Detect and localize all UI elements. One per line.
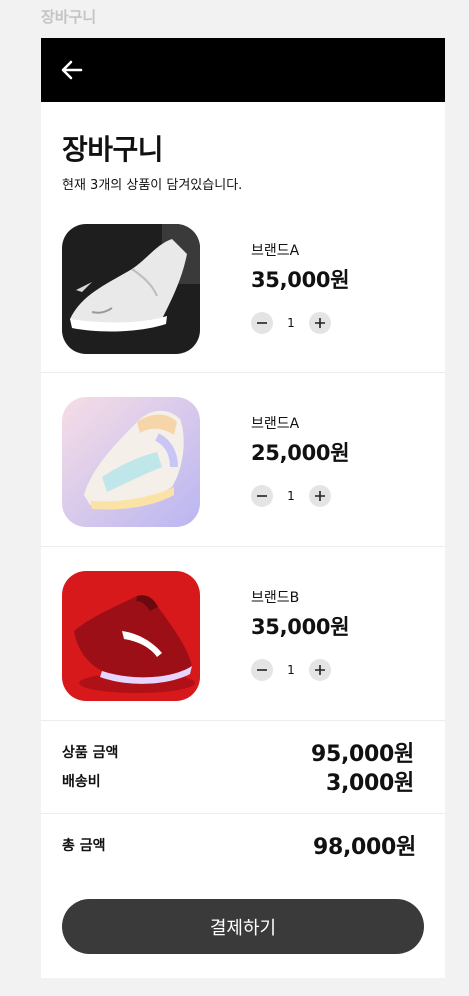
increase-button[interactable]: [309, 312, 331, 334]
arrow-left-icon: [61, 60, 83, 80]
shipping-value: 3,000원: [325, 771, 414, 796]
cart-item-list: 브랜드A 35,000원 1 브랜드A 25,000원 1 브랜드B 35,00…: [41, 214, 445, 721]
quantity-value: 1: [287, 663, 295, 677]
checkout-button[interactable]: 결제하기: [62, 899, 424, 954]
total-label: 총 금액: [62, 838, 106, 854]
minus-icon: [257, 669, 267, 671]
increase-button[interactable]: [309, 659, 331, 681]
quantity-stepper: 1: [251, 659, 349, 681]
total-value: 98,000원: [312, 835, 416, 860]
quantity-stepper: 1: [251, 312, 349, 334]
brand-name: 브랜드A: [251, 243, 300, 259]
cart-item: 브랜드A 35,000원 1: [41, 214, 445, 373]
top-bar: [41, 38, 445, 102]
subtotal-label: 상품 금액: [62, 745, 119, 761]
page-title: 장바구니: [62, 133, 164, 166]
decrease-button[interactable]: [251, 485, 273, 507]
minus-icon: [257, 495, 267, 497]
back-button[interactable]: [59, 57, 85, 83]
price: 25,000원: [251, 441, 350, 465]
decrease-button[interactable]: [251, 659, 273, 681]
quantity-value: 1: [287, 489, 295, 503]
quantity-value: 1: [287, 316, 295, 330]
cart-item: 브랜드A 25,000원 1: [41, 373, 445, 547]
price: 35,000원: [251, 615, 350, 639]
plus-icon: [315, 491, 325, 501]
subtotal-value: 95,000원: [310, 742, 414, 767]
page-subtitle: 현재 3개의 상품이 담겨있습니다.: [62, 178, 243, 193]
price: 35,000원: [251, 268, 350, 292]
product-image[interactable]: [62, 571, 200, 701]
decrease-button[interactable]: [251, 312, 273, 334]
quantity-stepper: 1: [251, 485, 349, 507]
frame-label: 장바구니: [41, 8, 97, 26]
increase-button[interactable]: [309, 485, 331, 507]
total-section: 총 금액 98,000원: [41, 814, 445, 886]
shipping-label: 배송비: [62, 774, 101, 790]
brand-name: 브랜드B: [251, 590, 300, 606]
plus-icon: [315, 665, 325, 675]
plus-icon: [315, 318, 325, 328]
product-image[interactable]: [62, 397, 200, 527]
cart-item: 브랜드B 35,000원 1: [41, 547, 445, 721]
brand-name: 브랜드A: [251, 416, 300, 432]
price-summary: 상품 금액 95,000원 배송비 3,000원: [41, 721, 445, 814]
minus-icon: [257, 322, 267, 324]
product-image[interactable]: [62, 224, 200, 354]
cart-screen: 장바구니 현재 3개의 상품이 담겨있습니다. 브랜드A 35,000원 1 브…: [41, 38, 445, 978]
